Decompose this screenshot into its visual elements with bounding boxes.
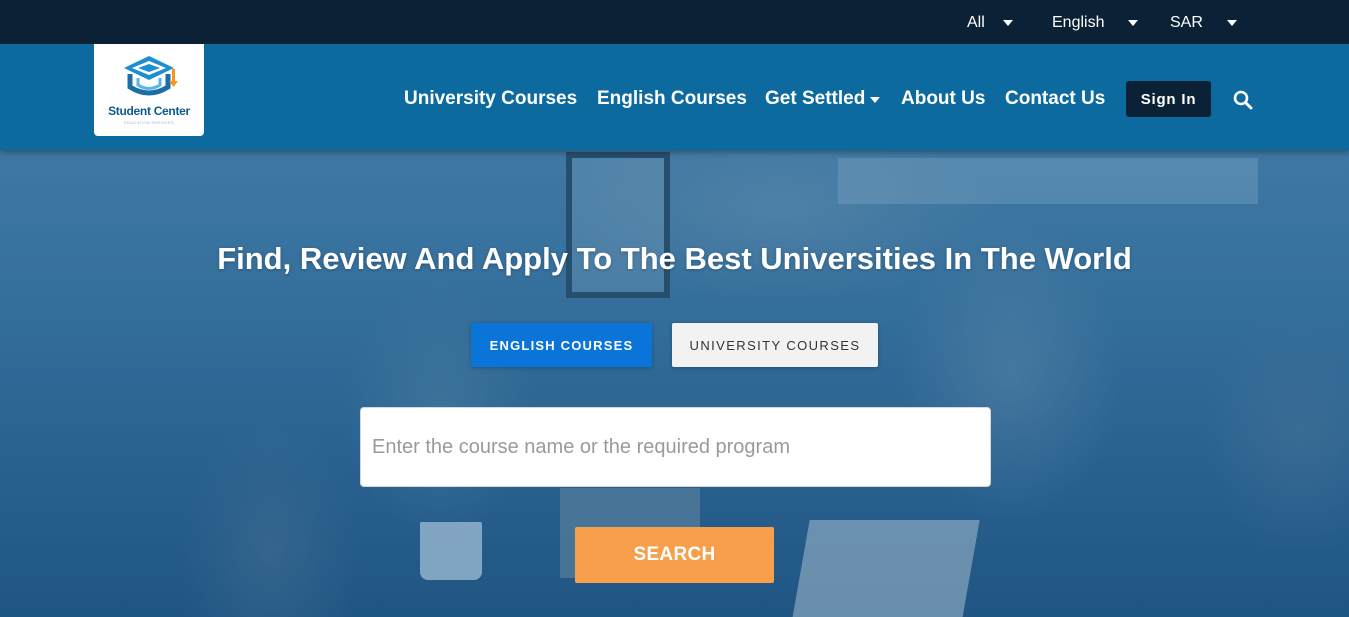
course-search-input[interactable] xyxy=(360,407,991,487)
nav-about-us[interactable]: About Us xyxy=(901,88,985,110)
logo-tagline: EDUCATION SERVICES xyxy=(124,120,174,125)
caret-down-icon xyxy=(1128,20,1139,26)
graduation-cap-logo-icon xyxy=(124,56,178,96)
nav-contact-us[interactable]: Contact Us xyxy=(1005,88,1105,110)
nav-english-courses[interactable]: English Courses xyxy=(597,88,747,110)
hero-title: Find, Review And Apply To The Best Unive… xyxy=(217,241,1132,276)
language-select-label: English xyxy=(1052,14,1105,31)
caret-down-icon xyxy=(1226,20,1237,26)
search-icon[interactable] xyxy=(1233,90,1253,110)
top-utility-bar: All English SAR xyxy=(0,0,1349,44)
currency-select-label: SAR xyxy=(1170,14,1203,31)
language-select[interactable]: English xyxy=(1052,12,1139,34)
tab-english-courses[interactable]: ENGLISH COURSES xyxy=(471,323,652,367)
main-navbar: Student Center EDUCATION SERVICES Univer… xyxy=(0,44,1349,150)
nav-get-settled-label: Get Settled xyxy=(765,88,866,109)
currency-select[interactable]: SAR xyxy=(1170,12,1237,34)
category-select[interactable]: All xyxy=(967,12,1013,34)
chevron-down-icon xyxy=(870,97,881,103)
tab-university-courses[interactable]: UNIVERSITY COURSES xyxy=(672,323,878,367)
nav-get-settled[interactable]: Get Settled xyxy=(765,88,881,110)
logo-name: Student Center xyxy=(108,104,190,118)
category-select-label: All xyxy=(967,14,985,31)
search-button[interactable]: SEARCH xyxy=(575,527,774,583)
nav-university-courses[interactable]: University Courses xyxy=(404,88,577,110)
logo-link[interactable]: Student Center EDUCATION SERVICES xyxy=(94,44,204,136)
sign-in-button[interactable]: Sign In xyxy=(1126,81,1211,117)
hero-section: Find, Review And Apply To The Best Unive… xyxy=(0,150,1349,617)
caret-down-icon xyxy=(1002,20,1013,26)
